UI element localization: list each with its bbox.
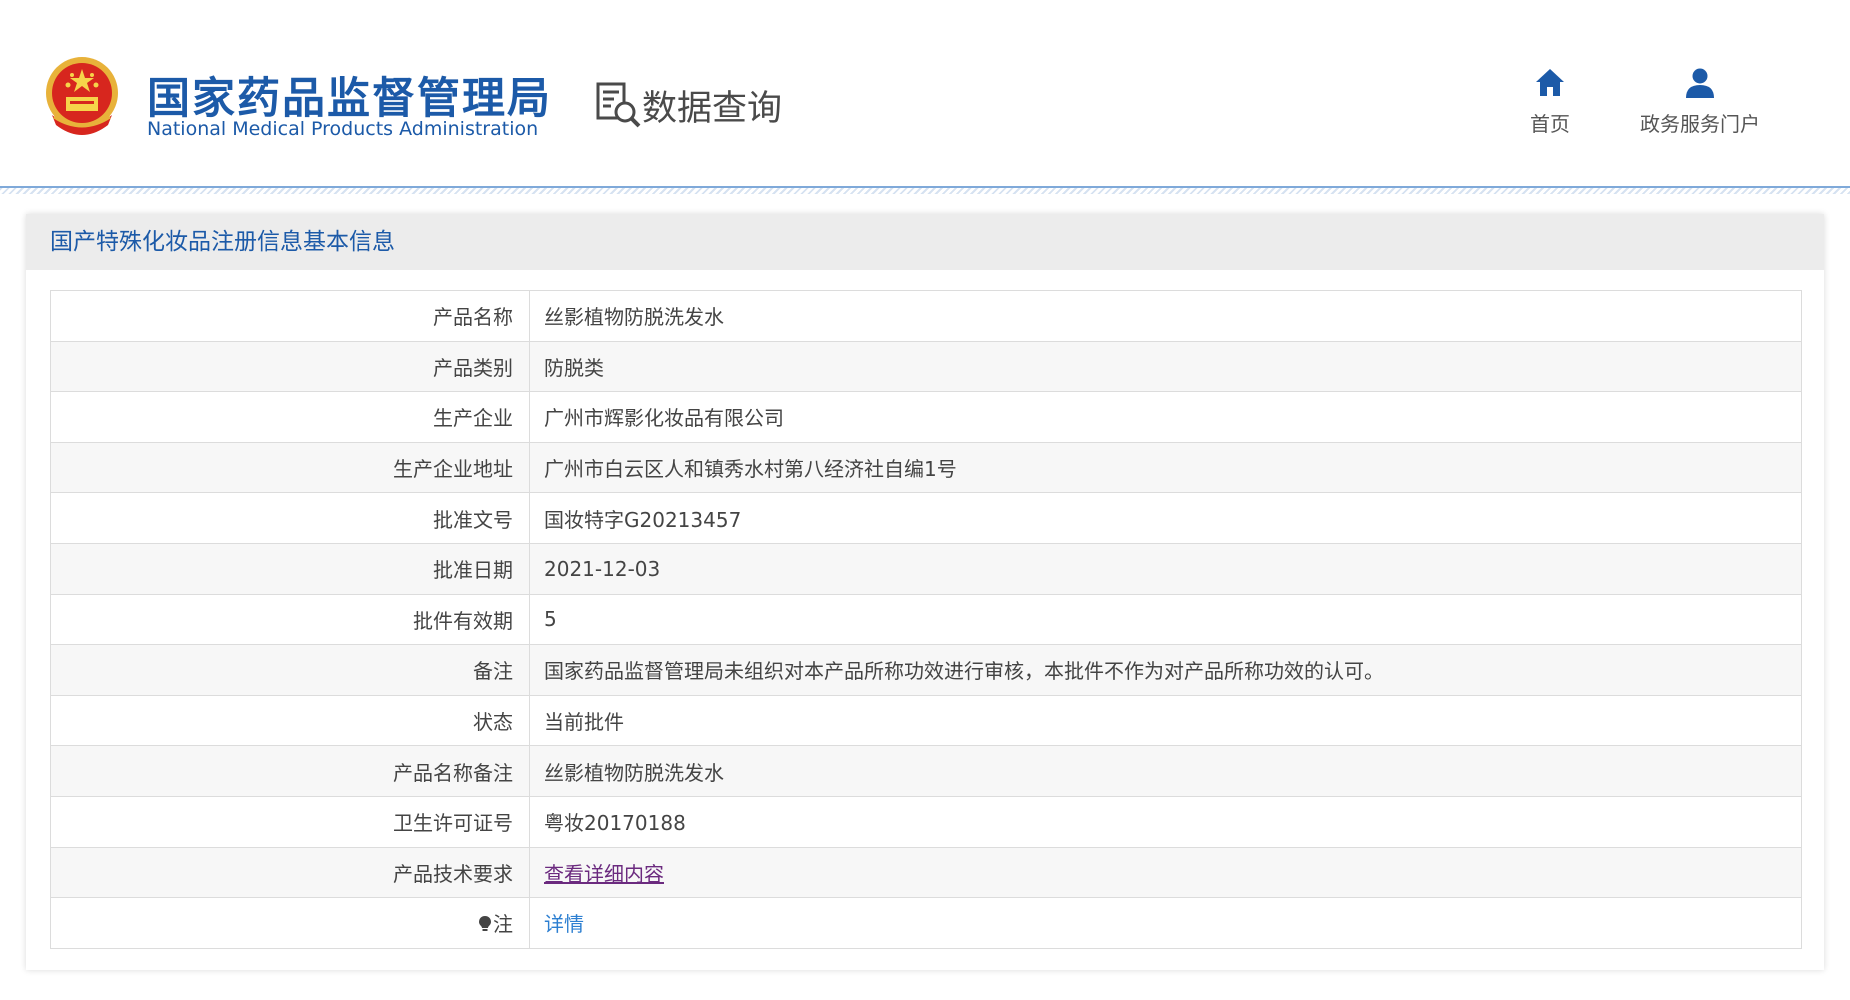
row-value: 查看详细内容 bbox=[529, 846, 1802, 899]
table-row: 产品类别 防脱类 bbox=[50, 340, 1802, 393]
table-row: 生产企业地址 广州市白云区人和镇秀水村第八经济社自编1号 bbox=[50, 441, 1802, 494]
row-value: 5 bbox=[529, 593, 1802, 646]
row-key: 批准日期 bbox=[50, 542, 530, 595]
row-key: 注 bbox=[50, 897, 530, 949]
row-value: 丝影植物防脱洗发水 bbox=[529, 290, 1802, 342]
national-emblem-icon bbox=[46, 57, 118, 135]
lightbulb-icon bbox=[479, 916, 491, 932]
site-header: 国家药品监督管理局 National Medical Products Admi… bbox=[0, 0, 1850, 186]
row-key: 产品名称 bbox=[50, 290, 530, 342]
info-panel: 国产特殊化妆品注册信息基本信息 产品名称 丝影植物防脱洗发水 产品类别 防脱类 生产企业… bbox=[26, 214, 1824, 970]
view-detail-link[interactable]: 查看详细内容 bbox=[544, 862, 664, 886]
table-row: 产品名称备注 丝影植物防脱洗发水 bbox=[50, 745, 1802, 797]
table-row: 备注 国家药品监督管理局未组织对本产品所称功效进行审核，本批件不作为对产品所称功效… bbox=[50, 644, 1802, 696]
data-search-icon bbox=[596, 82, 641, 128]
details-link[interactable]: 详情 bbox=[544, 912, 584, 936]
row-key: 生产企业地址 bbox=[50, 441, 530, 494]
row-key: 产品技术要求 bbox=[50, 846, 530, 899]
row-key: 卫生许可证号 bbox=[50, 795, 530, 848]
row-value: 国妆特字G20213457 bbox=[529, 492, 1802, 544]
home-icon bbox=[1536, 69, 1564, 96]
data-query-title: 数据查询 bbox=[642, 89, 783, 129]
row-value: 广州市白云区人和镇秀水村第八经济社自编1号 bbox=[529, 441, 1802, 494]
row-key: 批件有效期 bbox=[50, 593, 530, 646]
row-value: 防脱类 bbox=[529, 340, 1802, 393]
row-value: 丝影植物防脱洗发水 bbox=[529, 745, 1802, 797]
table-row: 生产企业 广州市辉影化妆品有限公司 bbox=[50, 391, 1802, 443]
table-row: 卫生许可证号 粤妆20170188 bbox=[50, 795, 1802, 848]
table-row: 产品名称 丝影植物防脱洗发水 bbox=[50, 290, 1802, 342]
row-value: 详情 bbox=[529, 897, 1802, 949]
row-value: 粤妆20170188 bbox=[529, 795, 1802, 848]
brand-title-en: National Medical Products Administration bbox=[147, 118, 539, 140]
row-value: 当前批件 bbox=[529, 694, 1802, 747]
note-key-label: 注 bbox=[493, 912, 513, 937]
table-row: 批准文号 国妆特字G20213457 bbox=[50, 492, 1802, 544]
row-value: 广州市辉影化妆品有限公司 bbox=[529, 391, 1802, 443]
table-row-note: 注 详情 bbox=[50, 897, 1802, 949]
table-row-tech-requirement: 产品技术要求 查看详细内容 bbox=[50, 846, 1802, 899]
row-key: 批准文号 bbox=[50, 492, 530, 544]
nav-portal-link[interactable]: 政务服务门户 bbox=[1630, 66, 1770, 137]
row-value: 2021-12-03 bbox=[529, 542, 1802, 595]
row-value: 国家药品监督管理局未组织对本产品所称功效进行审核，本批件不作为对产品所称功效的认… bbox=[529, 644, 1802, 696]
row-key: 备注 bbox=[50, 644, 530, 696]
table-row: 批准日期 2021-12-03 bbox=[50, 542, 1802, 595]
row-key: 产品名称备注 bbox=[50, 745, 530, 797]
table-row: 批件有效期 5 bbox=[50, 593, 1802, 646]
nav-home-link[interactable]: 首页 bbox=[1520, 66, 1580, 137]
nav-portal-label: 政务服务门户 bbox=[1640, 112, 1760, 136]
row-key: 生产企业 bbox=[50, 391, 530, 443]
brand-title-cn: 国家药品监督管理局 bbox=[147, 74, 552, 124]
header-divider bbox=[0, 186, 1850, 194]
row-key: 状态 bbox=[50, 694, 530, 747]
panel-title: 国产特殊化妆品注册信息基本信息 bbox=[26, 214, 1824, 270]
row-key: 产品类别 bbox=[50, 340, 530, 393]
user-icon bbox=[1686, 68, 1714, 98]
table-row: 状态 当前批件 bbox=[50, 694, 1802, 747]
nav-home-label: 首页 bbox=[1530, 112, 1570, 136]
info-table: 产品名称 丝影植物防脱洗发水 产品类别 防脱类 生产企业 广州市辉影化妆品有限公司 生产企业… bbox=[50, 290, 1802, 949]
